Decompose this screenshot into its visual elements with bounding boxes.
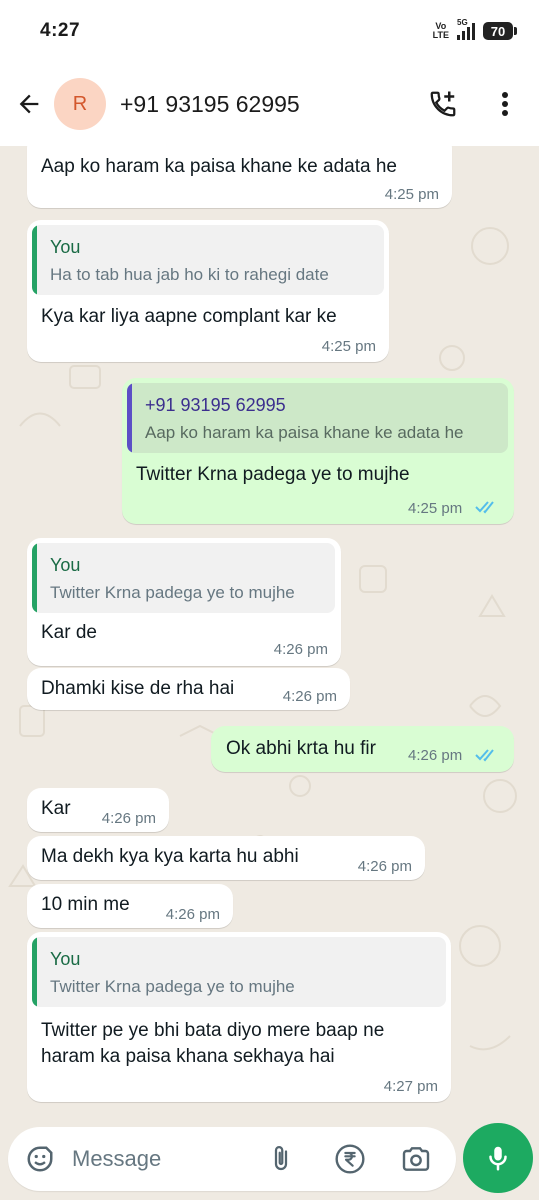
message-text: Dhamki kise de rha hai (41, 678, 235, 699)
message-bubble-incoming[interactable]: 10 min me 4:26 pm (27, 884, 233, 928)
message-bubble-incoming[interactable]: Dhamki kise de rha hai 4:26 pm (27, 668, 350, 710)
quote-author: +91 93195 62995 (145, 395, 286, 415)
message-time: 4:25 pm (321, 338, 376, 355)
menu-button[interactable] (483, 82, 527, 126)
message-bubble-incoming[interactable]: Ma dekh kya kya karta hu abhi 4:26 pm (27, 836, 425, 880)
quote-text: Twitter Krna padega ye to mujhe (50, 583, 295, 602)
message-time: 4:25 pm (408, 500, 463, 517)
double-check-icon (475, 501, 494, 514)
chat-area[interactable]: Aap ko haram ka paisa khane ke adata he … (0, 146, 539, 1120)
status-bar: 4:27 Vo LTE 5G 70 (0, 0, 539, 62)
battery-icon: 70 (483, 22, 517, 40)
message-bubble-outgoing[interactable]: Ok abhi krta hu fir 4:26 pm (211, 726, 514, 772)
message-time: 4:27 pm (383, 1078, 438, 1095)
quote-text: Ha to tab hua jab ho ki to rahegi date (50, 265, 329, 284)
paperclip-icon (274, 1146, 288, 1171)
volte-indicator: Vo LTE (432, 21, 449, 40)
quote-author: You (50, 555, 81, 575)
message-time: 4:25 pm (384, 186, 439, 203)
quoted-message[interactable]: You Ha to tab hua jab ho ki to rahegi da… (32, 225, 384, 295)
microphone-icon (489, 1146, 507, 1171)
message-bubble-incoming[interactable]: Aap ko haram ka paisa khane ke adata he … (27, 146, 452, 208)
quoted-message[interactable]: You Twitter Krna padega ye to mujhe (32, 543, 335, 613)
camera-icon (402, 1147, 430, 1171)
message-time: 4:26 pm (408, 747, 463, 764)
voice-message-button[interactable] (463, 1123, 533, 1193)
sticker-button[interactable] (24, 1143, 56, 1175)
message-time: 4:26 pm (101, 810, 156, 827)
quote-text: Twitter Krna padega ye to mujhe (50, 977, 295, 996)
status-icons: Vo LTE 5G 70 (432, 18, 517, 40)
avatar[interactable]: R (54, 78, 106, 130)
back-button[interactable] (4, 79, 54, 129)
message-bubble-incoming[interactable]: You Twitter Krna padega ye to mujhe Twit… (27, 932, 451, 1102)
camera-button[interactable] (400, 1143, 432, 1175)
message-text: Ok abhi krta hu fir (226, 738, 376, 759)
more-vertical-icon (502, 92, 508, 116)
message-text: Twitter Krna padega ye to mujhe (136, 464, 410, 485)
arrow-left-icon (19, 94, 39, 114)
attach-button[interactable] (265, 1143, 297, 1175)
message-bubble-incoming[interactable]: You Ha to tab hua jab ho ki to rahegi da… (27, 220, 389, 362)
message-text: Ma dekh kya kya karta hu abhi (41, 846, 299, 867)
message-text-line-2: haram ka paisa khana sekhaya hai (41, 1046, 335, 1067)
message-text: Kar (41, 798, 71, 819)
sticker-icon (27, 1146, 53, 1172)
quoted-message[interactable]: +91 93195 62995 Aap ko haram ka paisa kh… (127, 383, 508, 453)
message-time: 4:26 pm (357, 858, 412, 875)
quote-author: You (50, 949, 81, 969)
message-composer (8, 1127, 456, 1191)
quoted-message[interactable]: You Twitter Krna padega ye to mujhe (32, 937, 446, 1007)
quote-text: Aap ko haram ka paisa khane ke adata he (145, 423, 464, 442)
message-text-line-1: Twitter pe ye bhi bata diyo mere baap ne (41, 1020, 385, 1041)
contact-name[interactable]: +91 93195 62995 (120, 91, 421, 118)
message-time: 4:26 pm (282, 688, 337, 705)
status-time: 4:27 (40, 20, 81, 41)
signal-icon: 5G (457, 18, 475, 40)
chat-header: R +91 93195 62995 (0, 62, 539, 146)
message-input[interactable] (72, 1141, 262, 1177)
rupee-icon (335, 1144, 365, 1174)
quote-author: You (50, 237, 81, 257)
message-text: Kar de (41, 622, 97, 643)
message-text: Aap ko haram ka paisa khane ke adata he (41, 156, 397, 177)
message-text: Kya kar liya aapne complant kar ke (41, 306, 337, 327)
message-text: 10 min me (41, 894, 130, 915)
payment-button[interactable] (334, 1143, 366, 1175)
message-bubble-incoming[interactable]: You Twitter Krna padega ye to mujhe Kar … (27, 538, 341, 666)
message-time: 4:26 pm (273, 641, 328, 658)
input-bar (0, 1120, 539, 1200)
message-time: 4:26 pm (165, 906, 220, 923)
network-type: 5G (457, 18, 468, 27)
add-call-icon (430, 91, 456, 117)
add-call-button[interactable] (421, 82, 465, 126)
message-bubble-incoming[interactable]: Kar 4:26 pm (27, 788, 169, 832)
message-bubble-outgoing[interactable]: +91 93195 62995 Aap ko haram ka paisa kh… (122, 378, 514, 524)
double-check-icon (475, 749, 494, 762)
